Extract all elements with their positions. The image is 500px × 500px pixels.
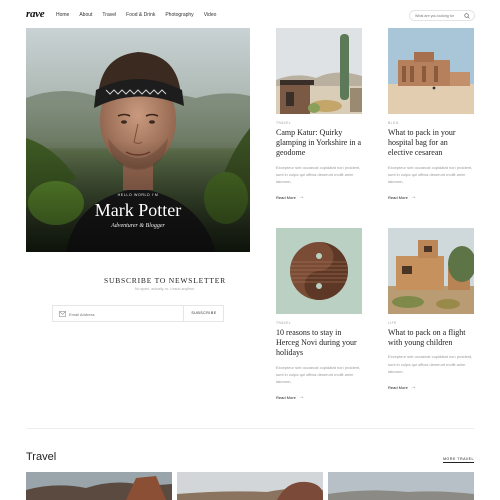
- post-title[interactable]: What to pack on a flight with young chil…: [388, 328, 474, 348]
- newsletter-subtitle: No spam, actually, nr. Unsub anytime.: [134, 287, 196, 291]
- site-header: rave Home About Travel Food & Drink Phot…: [0, 0, 500, 30]
- nav-item-about[interactable]: About: [79, 12, 92, 18]
- post-image-yin-yang-decor: [276, 228, 362, 314]
- post-image-desert-cactus: [276, 28, 362, 114]
- hero-kicker: HELLO WORLD I'M: [117, 193, 159, 197]
- travel-thumbnail-image: [26, 472, 172, 500]
- search-icon[interactable]: [464, 13, 470, 19]
- travel-thumbnail-image: [177, 472, 323, 500]
- author-hero[interactable]: HELLO WORLD I'M Mark Potter Adventurer &…: [26, 28, 250, 252]
- post-title[interactable]: 10 reasons to stay in Herceg Novi during…: [276, 328, 362, 359]
- post-card[interactable]: TRAVEL Camp Katur: Quirky glamping in Yo…: [276, 28, 362, 200]
- search-box: [409, 10, 475, 21]
- main-nav: Home About Travel Food & Drink Photograp…: [56, 12, 216, 18]
- more-travel-link[interactable]: MORE TRAVEL: [443, 457, 474, 463]
- read-more-link[interactable]: Read More →: [276, 395, 362, 400]
- post-category[interactable]: LIFE: [388, 321, 474, 325]
- read-more-label: Read More: [276, 194, 296, 200]
- search-input[interactable]: [415, 12, 463, 20]
- post-excerpt: Excepteur sint occaecat cupidatat non pr…: [388, 354, 473, 375]
- hero-name: Mark Potter: [94, 200, 182, 220]
- nav-item-travel[interactable]: Travel: [102, 12, 116, 18]
- section-divider: [26, 428, 474, 429]
- read-more-label: Read More: [276, 394, 296, 400]
- post-image-adobe-house: [388, 228, 474, 314]
- post-image[interactable]: [388, 28, 474, 114]
- post-image[interactable]: [276, 228, 362, 314]
- read-more-link[interactable]: Read More →: [388, 195, 474, 200]
- arrow-right-icon: →: [410, 384, 416, 391]
- post-excerpt: Excepteur sint occaecat cupidatat non pr…: [388, 164, 473, 185]
- post-category[interactable]: BLOG: [388, 121, 474, 125]
- arrow-right-icon: →: [410, 194, 416, 201]
- newsletter-form: SUBSCRIBE: [52, 305, 224, 322]
- nav-item-video[interactable]: Video: [204, 12, 217, 18]
- newsletter-email-input[interactable]: [69, 310, 179, 318]
- read-more-label: Read More: [388, 194, 408, 200]
- post-card[interactable]: TRAVEL 10 reasons to stay in Herceg Novi…: [276, 228, 362, 400]
- arrow-right-icon: →: [298, 394, 304, 401]
- post-excerpt: Excepteur sint occaecat cupidatat non pr…: [276, 164, 361, 185]
- post-category[interactable]: TRAVEL: [276, 321, 362, 325]
- hero-role: Adventurer & Blogger: [111, 223, 165, 229]
- post-category[interactable]: TRAVEL: [276, 121, 362, 125]
- read-more-label: Read More: [388, 384, 408, 390]
- post-card[interactable]: LIFE What to pack on a flight with young…: [388, 228, 474, 390]
- post-title[interactable]: What to pack in your hospital bag for an…: [388, 128, 474, 159]
- nav-item-photography[interactable]: Photography: [165, 12, 193, 18]
- travel-thumbnail[interactable]: [177, 472, 323, 500]
- read-more-link[interactable]: Read More →: [388, 385, 474, 390]
- post-card[interactable]: BLOG What to pack in your hospital bag f…: [388, 28, 474, 200]
- post-image[interactable]: [388, 228, 474, 314]
- post-image-desert-building: [388, 28, 474, 114]
- site-logo[interactable]: rave: [26, 8, 45, 20]
- post-image[interactable]: [276, 28, 362, 114]
- travel-thumbnail[interactable]: [26, 472, 172, 500]
- mail-icon: [59, 311, 66, 317]
- travel-thumbnail[interactable]: [328, 472, 474, 500]
- section-heading-travel: Travel: [26, 451, 57, 463]
- travel-thumbnail-image: [328, 472, 474, 500]
- arrow-right-icon: →: [298, 194, 304, 201]
- nav-item-home[interactable]: Home: [56, 12, 69, 18]
- post-excerpt: Excepteur sint occaecat cupidatat non pr…: [276, 364, 361, 385]
- post-title[interactable]: Camp Katur: Quirky glamping in Yorkshire…: [276, 128, 362, 159]
- newsletter-title: SUBSCRIBE TO NEWSLETTER: [104, 276, 226, 285]
- subscribe-button[interactable]: SUBSCRIBE: [184, 306, 224, 321]
- nav-item-food-drink[interactable]: Food & Drink: [126, 12, 155, 18]
- read-more-link[interactable]: Read More →: [276, 195, 362, 200]
